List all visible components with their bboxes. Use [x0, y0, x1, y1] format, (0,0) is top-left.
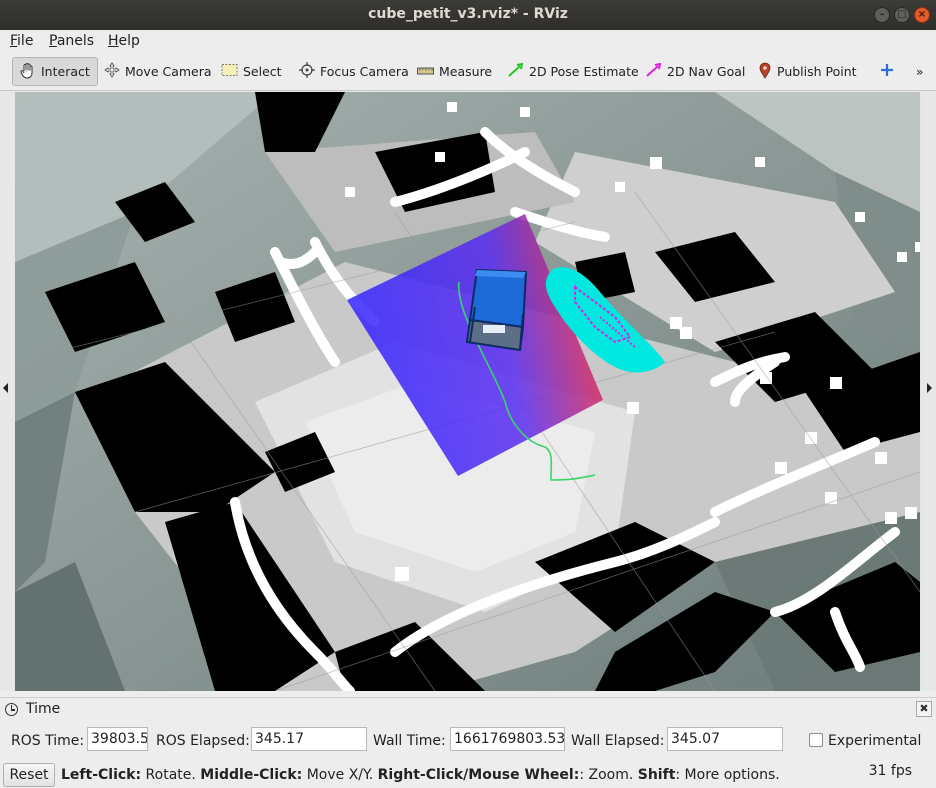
experimental-label: Experimental [828, 733, 922, 749]
middle-click-text: Move X/Y. [302, 767, 378, 783]
menu-help-mnemonic: H [108, 33, 119, 49]
tool-focus-camera[interactable]: Focus Camera [293, 57, 415, 86]
toolbar-overflow-button[interactable]: » [914, 57, 925, 86]
menu-panels-mnemonic: P [49, 33, 57, 49]
window-title: cube_petit_v3.rviz* - RViz [368, 6, 568, 22]
tool-publish-point-label: Publish Point [777, 64, 857, 79]
ros-elapsed-label: ROS Elapsed: [156, 733, 250, 749]
time-panel-header: Time ✖ [0, 698, 936, 720]
tool-measure[interactable]: Measure [411, 57, 498, 86]
ruler-icon [417, 64, 434, 79]
menu-help[interactable]: Help [108, 33, 140, 49]
tool-move-camera[interactable]: Move Camera [98, 57, 218, 86]
right-click-key: Right-Click/Mouse Wheel: [377, 767, 580, 783]
tool-2d-pose-estimate-label: 2D Pose Estimate [529, 64, 639, 79]
tool-focus-camera-label: Focus Camera [320, 64, 409, 79]
select-rectangle-icon [221, 63, 238, 80]
chevron-double-right-icon: » [916, 64, 924, 79]
time-panel-title: Time [26, 701, 61, 717]
shift-text: : More options. [675, 767, 780, 783]
tool-2d-nav-goal[interactable]: 2D Nav Goal [640, 57, 751, 86]
time-panel: Time ✖ ROS Time: 39803.50 ROS Elapsed: 3… [0, 697, 936, 762]
robot-model [465, 268, 528, 352]
ros-elapsed-field[interactable]: 345.17 [251, 727, 367, 751]
menu-help-label: elp [118, 33, 140, 49]
menu-bar: File Panels Help [0, 30, 936, 52]
right-dock-handle[interactable] [922, 91, 936, 691]
plus-icon [880, 63, 894, 80]
fps-counter: 31 fps [868, 763, 912, 779]
map-pin-icon [758, 62, 772, 82]
ros-time-label: ROS Time: [11, 733, 85, 749]
wall-elapsed-label: Wall Elapsed: [571, 733, 665, 749]
tool-move-camera-label: Move Camera [125, 64, 212, 79]
tool-select[interactable]: Select [215, 57, 288, 86]
clock-icon [5, 703, 18, 716]
tool-measure-label: Measure [439, 64, 493, 79]
tool-interact[interactable]: Interact [12, 57, 98, 86]
add-tool-button[interactable] [874, 57, 900, 86]
middle-click-key: Middle-Click: [200, 767, 303, 783]
experimental-checkbox[interactable] [809, 733, 823, 747]
magenta-arrow-icon [646, 62, 662, 80]
tool-publish-point[interactable]: Publish Point [752, 57, 863, 86]
reset-button[interactable]: Reset [3, 763, 55, 787]
move-arrows-icon [104, 62, 120, 81]
right-arrow-icon [927, 383, 932, 393]
focus-crosshair-icon [299, 62, 315, 81]
tool-2d-pose-estimate[interactable]: 2D Pose Estimate [502, 57, 645, 86]
tool-select-label: Select [243, 64, 282, 79]
title-bar: – □ × cube_petit_v3.rviz* - RViz [0, 0, 936, 30]
tool-interact-label: Interact [41, 64, 90, 79]
left-click-text: Rotate. [141, 767, 201, 783]
menu-panels-label: anels [56, 33, 95, 49]
status-help-text: Left-Click: Rotate. Middle-Click: Move X… [61, 767, 780, 783]
hand-icon [19, 62, 36, 82]
menu-file-mnemonic: F [10, 33, 18, 49]
left-dock-handle[interactable] [0, 91, 14, 691]
toolbar: Interact Move Camera Select Focus Camera… [0, 52, 936, 91]
shift-key: Shift [637, 767, 676, 783]
status-bar: Reset Left-Click: Rotate. Middle-Click: … [0, 762, 936, 788]
menu-file[interactable]: File [10, 33, 33, 49]
close-icon: ✖ [919, 702, 929, 715]
menu-file-label: ile [17, 33, 34, 49]
wall-time-field[interactable]: 1661769803.53 [450, 727, 565, 751]
wall-time-label: Wall Time: [373, 733, 446, 749]
left-arrow-icon [3, 383, 8, 393]
green-arrow-icon [508, 62, 524, 80]
tool-2d-nav-goal-label: 2D Nav Goal [667, 64, 746, 79]
right-click-text: : Zoom. [579, 767, 638, 783]
close-panel-button[interactable]: ✖ [916, 701, 932, 717]
ros-time-field[interactable]: 39803.50 [87, 727, 148, 751]
3d-viewport[interactable] [15, 92, 920, 691]
wall-elapsed-field[interactable]: 345.07 [667, 727, 783, 751]
left-click-key: Left-Click: [61, 767, 142, 783]
menu-panels[interactable]: Panels [49, 33, 94, 49]
